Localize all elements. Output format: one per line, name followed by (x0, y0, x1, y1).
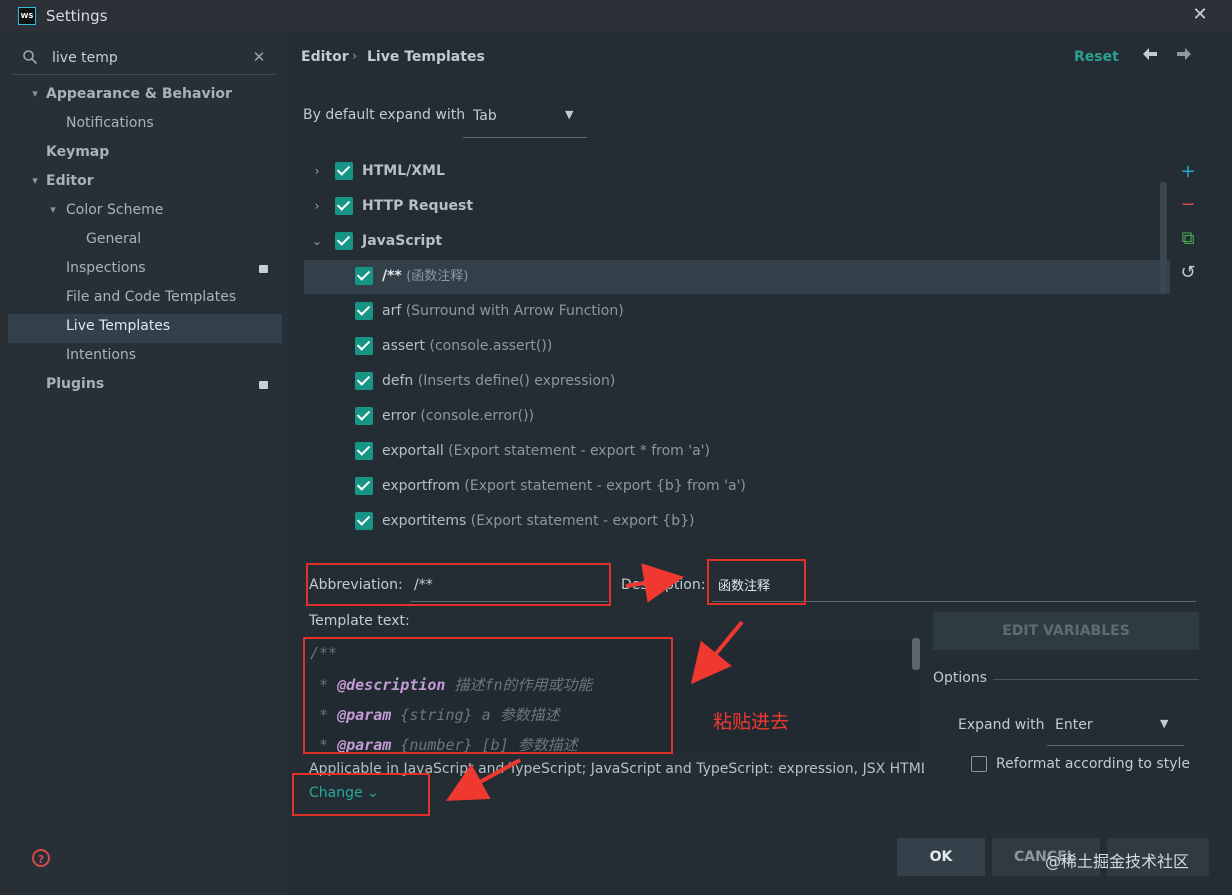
arrow-to-change (445, 758, 521, 801)
arrow-to-template-text (690, 620, 744, 685)
arrow-abbr-to-desc (625, 563, 684, 603)
annotation-arrows (445, 563, 744, 801)
